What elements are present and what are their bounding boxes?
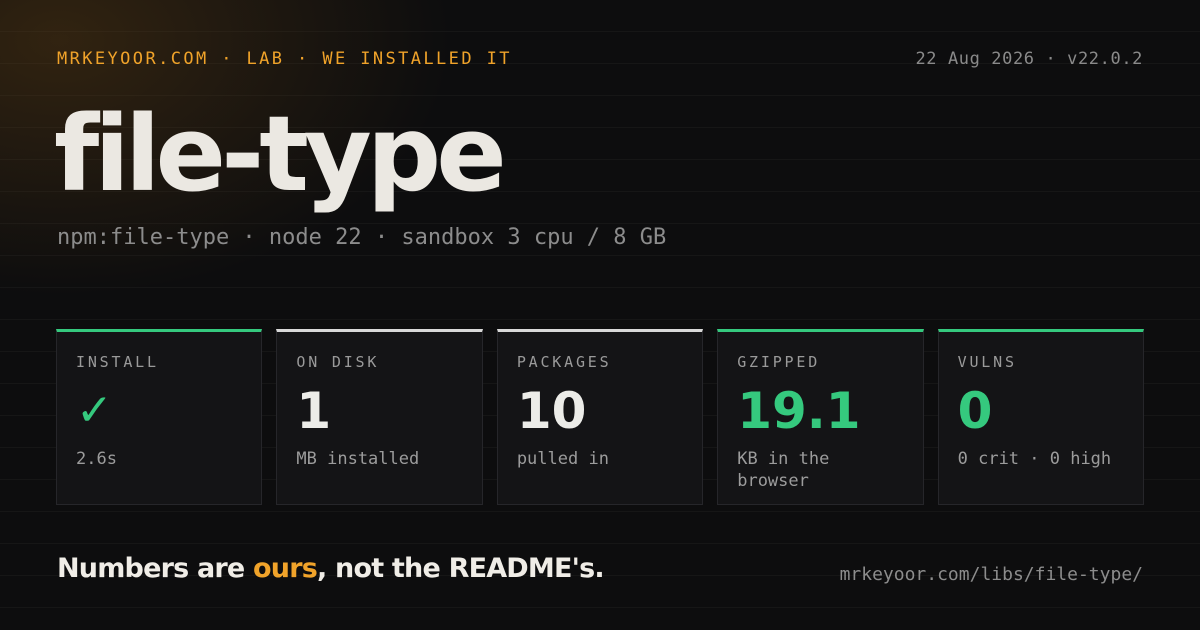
tagline-prefix: Numbers are	[57, 553, 254, 584]
package-subtitle: npm:file-type · node 22 · sandbox 3 cpu …	[57, 225, 667, 250]
stat-card-gzipped: GZIPPED 19.1 KB in the browser	[717, 329, 924, 505]
stat-sub: pulled in	[516, 449, 609, 469]
stat-value: 10	[516, 382, 587, 440]
stat-label: PACKAGES	[516, 353, 612, 371]
date-version: 22 Aug 2026 · v22.0.2	[915, 49, 1143, 69]
stat-sub: 0 crit · 0 high	[957, 449, 1112, 469]
tagline-suffix: , not the README's.	[317, 553, 605, 584]
site-kicker: MRKEYOOR.COM · LAB · WE INSTALLED IT	[57, 49, 512, 69]
stat-sub: KB in the browser	[737, 449, 830, 491]
stat-label: VULNS	[957, 353, 1017, 371]
stat-label: INSTALL	[76, 353, 159, 371]
stat-card-install: INSTALL ✓ 2.6s	[56, 329, 263, 505]
tagline: Numbers are ours, not the README's.	[57, 553, 605, 584]
stat-card-on-disk: ON DISK 1 MB installed	[276, 329, 483, 505]
stat-sub: 2.6s	[76, 449, 117, 469]
page-title: file-type	[54, 93, 507, 215]
stat-value: 19.1	[737, 382, 861, 440]
stat-sub: MB installed	[296, 449, 420, 469]
page-url[interactable]: mrkeyoor.com/libs/file-type/	[840, 564, 1143, 585]
stat-label: GZIPPED	[737, 353, 821, 371]
stat-label: ON DISK	[296, 353, 380, 371]
stat-value: 1	[296, 382, 332, 440]
stat-card-vulns: VULNS 0 0 crit · 0 high	[937, 329, 1145, 505]
stats-cards: INSTALL ✓ 2.6s ON DISK 1 MB installed PA…	[56, 329, 1145, 505]
stat-card-packages: PACKAGES 10 pulled in	[496, 329, 704, 505]
check-icon: ✓	[76, 385, 113, 436]
stat-value: 0	[957, 382, 993, 440]
tagline-highlight: ours	[253, 553, 318, 584]
